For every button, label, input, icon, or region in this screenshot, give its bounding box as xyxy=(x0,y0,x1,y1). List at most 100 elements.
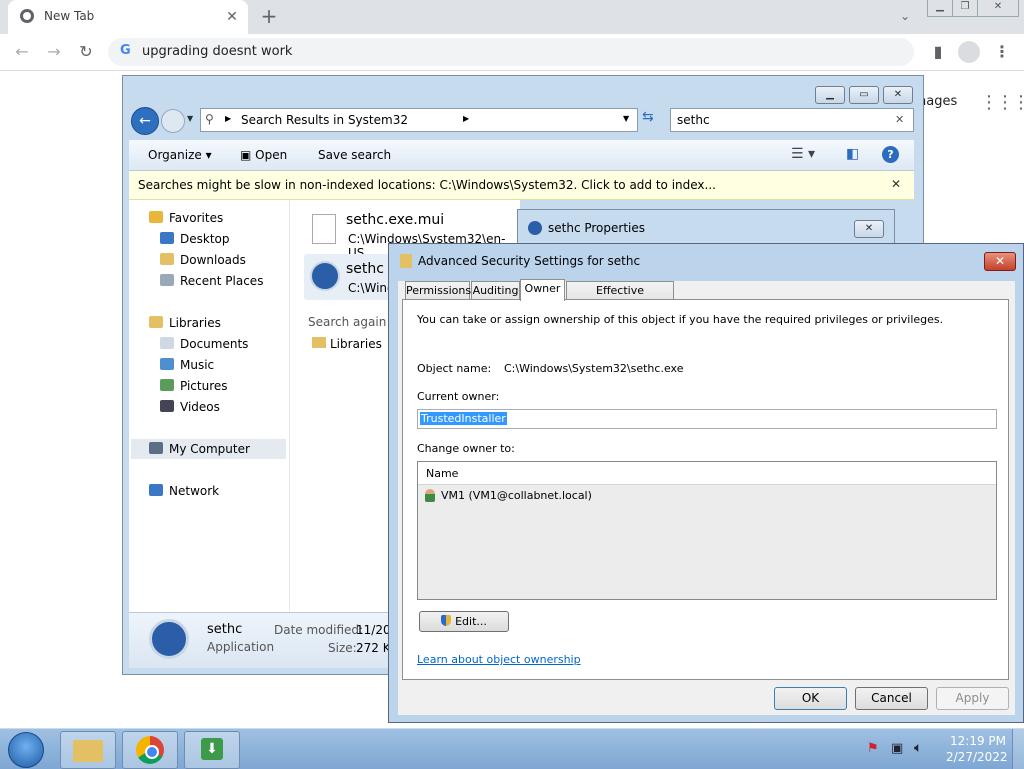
window-restore-button[interactable]: ❐ xyxy=(952,0,978,17)
back-arrow-icon[interactable]: ← xyxy=(131,107,159,135)
taskbar: ⬇ ⚑ ▣ 🔈︎ 12:19 PM 2/27/2022 xyxy=(0,728,1024,769)
tab-auditing[interactable]: Auditing xyxy=(471,281,520,300)
folder-icon xyxy=(400,254,412,268)
recent-places-icon xyxy=(160,274,174,286)
menu-icon[interactable]: ⋮ xyxy=(992,42,1012,62)
folder-icon xyxy=(73,740,103,762)
chrome-taskbar-icon[interactable] xyxy=(122,731,178,769)
current-owner-value[interactable]: TrustedInstaller xyxy=(420,412,507,425)
object-name-value: C:\Windows\System32\sethc.exe xyxy=(504,362,684,375)
owner-list[interactable]: Name VM1 (VM1@collabnet.local) xyxy=(417,461,997,600)
refresh-icon[interactable]: ⇆ xyxy=(642,109,654,125)
breadcrumb-bar[interactable]: ⚲ ▶ Search Results in System32 ▶ ▼ xyxy=(200,108,638,132)
installer-taskbar-icon[interactable]: ⬇ xyxy=(184,731,240,769)
open-button[interactable]: ▣ Open xyxy=(240,148,287,162)
search-folder-icon: ⚲ xyxy=(205,112,214,126)
list-header[interactable]: Name xyxy=(418,462,996,485)
action-center-flag-icon[interactable]: ⚑ xyxy=(867,741,879,756)
cancel-button[interactable]: Cancel xyxy=(855,687,928,710)
google-icon: G xyxy=(120,43,131,58)
list-header-name: Name xyxy=(426,467,459,480)
star-icon xyxy=(149,211,163,223)
start-button-icon[interactable] xyxy=(8,732,44,768)
search-input[interactable]: sethc ✕ xyxy=(670,108,914,132)
help-icon[interactable]: ? xyxy=(882,146,899,163)
explorer-minimize-button[interactable]: ▁ xyxy=(815,86,845,104)
organize-button[interactable]: Organize ▾ xyxy=(148,148,212,162)
views-icon[interactable]: ☰ ▾ xyxy=(791,146,815,162)
pictures-icon xyxy=(160,379,174,391)
nav-desktop[interactable]: Desktop xyxy=(160,229,230,249)
window-minimize-button[interactable]: ▁ xyxy=(927,0,953,17)
tab-effective-permissions[interactable]: Effective Permissions xyxy=(566,281,674,315)
nav-downloads[interactable]: Downloads xyxy=(160,250,246,270)
nav-label: Music xyxy=(180,358,215,372)
libraries-icon xyxy=(149,316,163,328)
explorer-maximize-button[interactable]: ▭ xyxy=(849,86,879,104)
new-tab-icon[interactable]: + xyxy=(259,6,279,26)
object-name-label: Object name: xyxy=(417,362,492,375)
nav-label: Downloads xyxy=(180,253,246,267)
user-icon xyxy=(425,489,435,502)
close-tab-icon[interactable]: ✕ xyxy=(222,7,242,27)
forward-arrow-icon[interactable] xyxy=(161,109,185,133)
tab-owner[interactable]: Owner xyxy=(520,279,565,301)
nav-music[interactable]: Music xyxy=(160,355,214,375)
info-bar-close-icon[interactable]: ✕ xyxy=(891,177,901,191)
nav-recent-places[interactable]: Recent Places xyxy=(160,271,263,291)
explorer-taskbar-icon[interactable] xyxy=(60,731,116,769)
profile-avatar-icon[interactable] xyxy=(958,41,980,63)
current-owner-label: Current owner: xyxy=(417,390,500,403)
nav-libraries[interactable]: Libraries xyxy=(149,313,221,333)
nav-my-computer[interactable]: My Computer xyxy=(131,439,286,459)
clock-time[interactable]: 12:19 PM xyxy=(950,734,1006,748)
properties-close-button[interactable]: ✕ xyxy=(854,220,884,238)
network-tray-icon[interactable]: ▣ xyxy=(891,741,903,756)
search-value[interactable]: sethc xyxy=(677,113,710,127)
file-icon xyxy=(312,214,336,244)
side-panel-icon[interactable]: ▮ xyxy=(928,42,948,62)
app-icon: ▣ xyxy=(240,148,252,162)
nav-label: Videos xyxy=(180,400,220,414)
recent-pages-dropdown-icon[interactable]: ▼ xyxy=(187,114,193,123)
info-bar[interactable]: Searches might be slow in non-indexed lo… xyxy=(129,171,914,200)
clock-date[interactable]: 2/27/2022 xyxy=(946,750,1008,764)
chrome-favicon-icon xyxy=(20,9,34,23)
window-close-button[interactable]: ✕ xyxy=(977,0,1019,17)
browser-tab[interactable]: New Tab ✕ xyxy=(8,0,248,34)
forward-icon[interactable]: → xyxy=(44,42,64,62)
breadcrumb[interactable]: Search Results in System32 xyxy=(241,113,408,127)
tab-permissions[interactable]: Permissions xyxy=(405,281,471,300)
explorer-close-button[interactable]: ✕ xyxy=(883,86,913,104)
nav-network[interactable]: Network xyxy=(149,481,219,501)
chevron-down-icon[interactable]: ▼ xyxy=(623,114,629,123)
details-name: sethc xyxy=(207,622,243,637)
user-name: VM1 (VM1@collabnet.local) xyxy=(441,489,592,502)
nav-documents[interactable]: Documents xyxy=(160,334,248,354)
nav-videos[interactable]: Videos xyxy=(160,397,220,417)
current-owner-field[interactable]: TrustedInstaller xyxy=(417,409,997,429)
save-search-button[interactable]: Save search xyxy=(318,148,391,162)
tab-title: New Tab xyxy=(44,9,95,23)
back-icon[interactable]: ← xyxy=(12,42,32,62)
address-bar[interactable]: G upgrading doesnt work xyxy=(108,38,914,66)
volume-icon[interactable]: 🔈︎ xyxy=(914,740,922,756)
nav-favorites[interactable]: Favorites xyxy=(149,208,223,228)
address-text[interactable]: upgrading doesnt work xyxy=(142,44,292,59)
ok-button[interactable]: OK xyxy=(774,687,847,710)
edit-button[interactable]: Edit... xyxy=(419,611,509,632)
tab-search-icon[interactable]: ⌄ xyxy=(895,6,915,26)
nav-pictures[interactable]: Pictures xyxy=(160,376,228,396)
learn-ownership-link[interactable]: Learn about object ownership xyxy=(417,653,581,666)
reload-icon[interactable]: ↻ xyxy=(76,42,96,62)
uac-shield-icon xyxy=(441,615,452,626)
apps-grid-icon[interactable]: ⋮⋮⋮ xyxy=(980,92,1024,113)
show-desktop-button[interactable] xyxy=(1012,729,1024,769)
clear-search-icon[interactable]: ✕ xyxy=(895,113,904,126)
preview-pane-icon[interactable]: ◧ xyxy=(846,146,859,162)
owner-tab-panel: You can take or assign ownership of this… xyxy=(402,299,1009,680)
dialog-close-button[interactable]: ✕ xyxy=(984,252,1016,271)
properties-title: sethc Properties xyxy=(548,221,646,235)
apply-button[interactable]: Apply xyxy=(936,687,1009,710)
search-again-libraries[interactable]: Libraries xyxy=(312,337,382,351)
